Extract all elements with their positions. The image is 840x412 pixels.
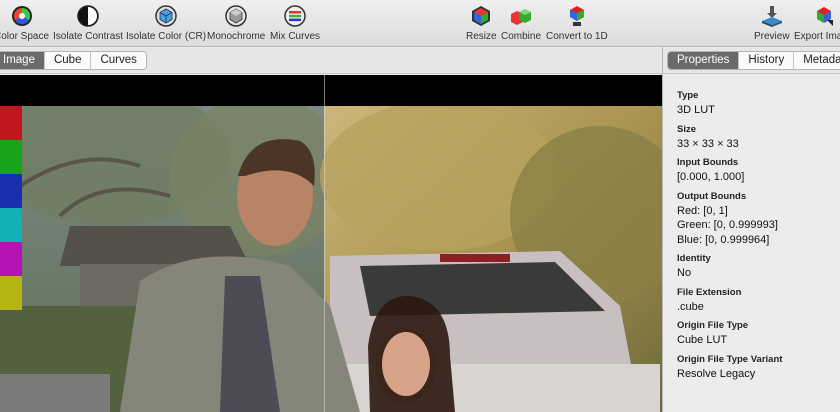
mix-curves-button[interactable]: Mix Curves (270, 4, 320, 42)
prop-file-extension: File Extension .cube (677, 287, 840, 315)
prop-file-extension-label: File Extension (677, 286, 742, 298)
resize-label: Resize (466, 31, 497, 42)
prop-input-bounds-label: Input Bounds (677, 157, 739, 168)
prop-origin-variant-value: Resolve Legacy (677, 367, 756, 380)
export-image-button[interactable]: Export Image (794, 4, 840, 42)
prop-origin-variant-label: Origin File Type Variant (677, 353, 783, 365)
tab-history[interactable]: History (739, 52, 795, 69)
tab-image[interactable]: Image (0, 52, 45, 69)
color-space-icon (11, 6, 32, 26)
resize-button[interactable]: Resize (466, 4, 497, 42)
prop-size-label: Size (677, 123, 697, 135)
monochrome-button[interactable]: Monochrome (207, 4, 265, 42)
resize-cube-icon (472, 6, 491, 26)
prop-size: Size 33 × 33 × 33 (677, 124, 840, 152)
swatch-red (0, 106, 22, 140)
convert-1d-button[interactable]: Convert to 1D (546, 4, 608, 42)
preview-button[interactable]: Preview (754, 4, 790, 42)
isolate-color-button[interactable]: Isolate Color (CR) (126, 4, 206, 42)
combine-button[interactable]: Combine (501, 4, 541, 42)
prop-origin-type: Origin File Type Cube LUT (677, 320, 840, 348)
prop-output-bounds: Output Bounds Red: [0, 1] Green: [0, 0.9… (677, 191, 840, 248)
panel-tabbar: Properties History Metadata (663, 48, 840, 74)
prop-identity: Identity No (677, 253, 840, 281)
monochrome-icon (225, 5, 247, 27)
prop-output-green: Green: [0, 0.999993] (677, 219, 778, 231)
monochrome-label: Monochrome (207, 31, 266, 42)
prop-output-blue: Blue: [0, 0.999964] (677, 233, 770, 246)
isolate-contrast-label: Isolate Contrast (53, 31, 124, 42)
prop-origin-variant: Origin File Type Variant Resolve Legacy (677, 354, 840, 382)
convert-1d-label: Convert to 1D (546, 31, 608, 42)
view-tab-group: Image Cube Curves (0, 51, 147, 70)
isolate-contrast-button[interactable]: Isolate Contrast (53, 4, 123, 42)
prop-input-bounds-value: [0.000, 1.000] (677, 171, 745, 183)
prop-type: Type 3D LUT (677, 90, 840, 118)
prop-output-bounds-label: Output Bounds (677, 190, 747, 202)
tab-cube[interactable]: Cube (45, 52, 92, 69)
prop-size-value: 33 × 33 × 33 (677, 137, 739, 150)
prop-origin-type-value: Cube LUT (677, 334, 728, 346)
swatch-green (0, 140, 22, 174)
isolate-color-icon (155, 5, 177, 27)
prop-input-bounds: Input Bounds [0.000, 1.000] (677, 157, 840, 185)
prop-type-value: 3D LUT (677, 104, 715, 116)
export-image-label: Export Image (794, 31, 840, 42)
tab-properties[interactable]: Properties (668, 52, 740, 69)
view-tabbar: Image Cube Curves (0, 48, 662, 74)
swatch-cyan (0, 208, 22, 242)
split-handle[interactable] (324, 75, 325, 412)
convert-1d-icon (569, 6, 584, 26)
prop-type-label: Type (677, 90, 699, 101)
prop-identity-value: No (677, 267, 692, 279)
prop-output-red: Red: [0, 1] (677, 204, 728, 217)
isolate-contrast-icon (77, 5, 99, 27)
tab-curves[interactable]: Curves (91, 52, 145, 69)
swatch-magenta (0, 242, 22, 276)
swatch-yellow (0, 276, 22, 310)
prop-origin-type-label: Origin File Type (677, 320, 749, 331)
export-image-icon (816, 7, 833, 26)
preview-icon (761, 6, 782, 27)
prop-file-extension-value: .cube (677, 300, 704, 313)
toolbar: Color Space Isolate Contrast Isolate Col… (0, 0, 840, 47)
color-space-label: Color Space (0, 31, 50, 42)
preview-image (0, 106, 662, 412)
prop-identity-label: Identity (677, 253, 711, 264)
mix-curves-label: Mix Curves (270, 31, 321, 42)
color-space-button[interactable]: Color Space (0, 4, 49, 42)
panel-tab-group: Properties History Metadata (667, 51, 840, 70)
combine-label: Combine (501, 31, 542, 42)
properties-panel: Type 3D LUT Size 33 × 33 × 33 Input Boun… (663, 75, 840, 412)
combine-cubes-icon (511, 9, 532, 25)
swatch-blue (0, 174, 22, 208)
preview-label: Preview (754, 31, 790, 42)
isolate-color-label: Isolate Color (CR) (126, 31, 207, 42)
mix-curves-icon (284, 5, 306, 27)
tab-metadata[interactable]: Metadata (794, 52, 840, 69)
image-viewer[interactable] (0, 75, 662, 412)
